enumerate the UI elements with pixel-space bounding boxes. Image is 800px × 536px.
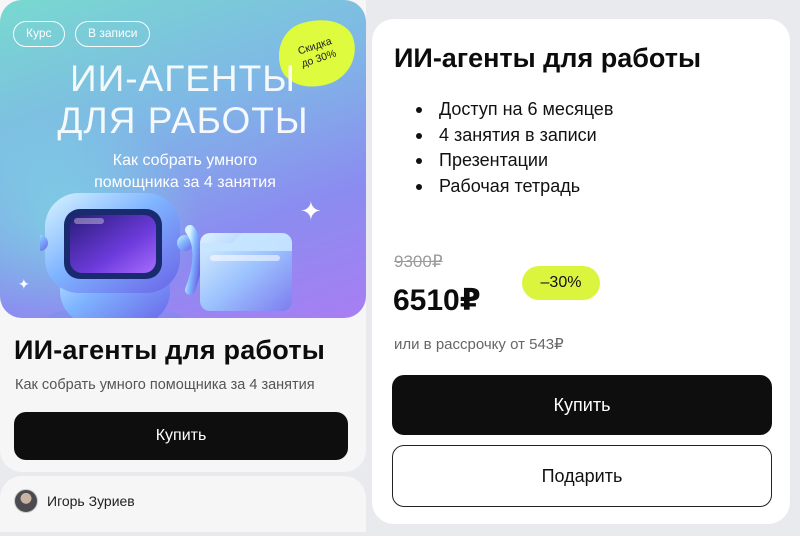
offer-card: ИИ-агенты для работы Доступ на 6 месяцев… <box>372 19 790 524</box>
author-card[interactable]: Игорь Зуриев <box>0 476 366 532</box>
sparkle-icon: ✦ <box>18 276 30 292</box>
discount-badge: –30% <box>522 266 600 300</box>
chip-course: Курс <box>13 21 65 47</box>
author-name: Игорь Зуриев <box>47 493 135 509</box>
avatar <box>14 489 38 513</box>
hero-title-line-2: ДЛЯ РАБОТЫ <box>57 100 309 141</box>
feature-item: 4 занятия в записи <box>416 123 613 149</box>
new-price: 6510₽ <box>393 284 481 317</box>
feature-list: Доступ на 6 месяцев 4 занятия в записи П… <box>416 97 613 199</box>
feature-item: Презентации <box>416 148 613 174</box>
old-price: 9300₽ <box>394 252 443 271</box>
hero-title-line-1: ИИ-АГЕНТЫ <box>70 58 296 99</box>
course-title: ИИ-агенты для работы <box>14 335 326 365</box>
installment-text: или в рассрочку от 543₽ <box>394 336 564 353</box>
course-card[interactable]: Курс В записи Скидка до 30% ИИ-АГЕНТЫ ДЛ… <box>0 0 366 472</box>
feature-item: Доступ на 6 месяцев <box>416 97 613 123</box>
course-hero-banner[interactable]: Курс В записи Скидка до 30% ИИ-АГЕНТЫ ДЛ… <box>0 0 366 318</box>
course-subtitle: Как собрать умного помощника за 4 заняти… <box>15 377 315 393</box>
left-column: Курс В записи Скидка до 30% ИИ-АГЕНТЫ ДЛ… <box>0 0 366 536</box>
feature-item: Рабочая тетрадь <box>416 174 613 200</box>
gift-button[interactable]: Подарить <box>392 445 772 507</box>
offer-title: ИИ-агенты для работы <box>394 43 702 73</box>
course-buy-button[interactable]: Купить <box>14 412 348 460</box>
chip-recorded: В записи <box>75 21 151 47</box>
buy-button[interactable]: Купить <box>392 375 772 435</box>
robot-illustration <box>40 193 292 318</box>
